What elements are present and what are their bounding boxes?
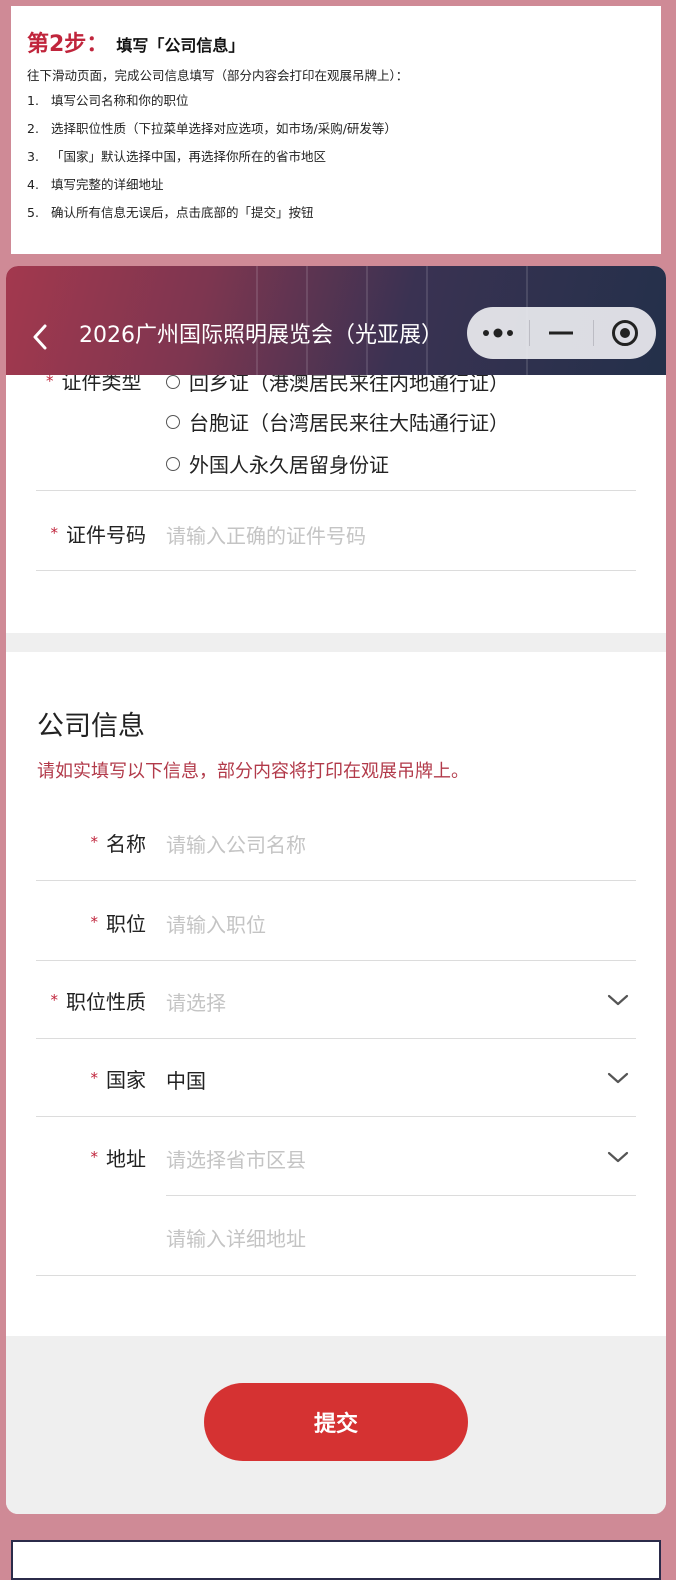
- step-list-item: 2. 选择职位性质（下拉菜单选择对应选项，如市场/采购/研发等）: [27, 121, 397, 136]
- company-name-label: * 名称: [90, 831, 147, 856]
- phone-screen: 2026广州国际照明展览会（光亚展） * 证件类型 回乡证（港澳居民来往内地通行…: [6, 266, 666, 1514]
- detail-address-input[interactable]: 请输入详细地址: [166, 1223, 306, 1252]
- step-list-item: 1. 填写公司名称和你的职位: [27, 93, 189, 108]
- step-number: 第2步：: [27, 32, 109, 57]
- step-list: 1. 填写公司名称和你的职位 2. 选择职位性质（下拉菜单选择对应选项，如市场/采购…: [27, 94, 645, 234]
- instruction-card: 第2步： 填写「公司信息」 往下滑动页面，完成公司信息填写（部分内容会打印在观展…: [11, 6, 661, 254]
- more-options-icon[interactable]: [467, 307, 529, 359]
- radio-icon: [166, 456, 180, 471]
- mini-program-nav-bar: 2026广州国际照明展览会（光亚展）: [6, 266, 666, 375]
- radio-icon: [166, 414, 180, 429]
- region-select[interactable]: 请选择省市区县: [166, 1144, 306, 1173]
- page-title: 2026广州国际照明展览会（光亚展）: [79, 323, 443, 348]
- section-note: 请如实填写以下信息，部分内容将打印在观展吊牌上。: [37, 761, 469, 782]
- step-intro: 往下滑动页面，完成公司信息填写（部分内容会打印在观展吊牌上）：: [27, 68, 409, 83]
- company-name-input[interactable]: 请输入公司名称: [166, 829, 306, 858]
- step-title: 填写「公司信息」: [116, 36, 245, 55]
- back-arrow-icon[interactable]: [28, 320, 52, 354]
- chevron-down-icon[interactable]: [606, 1066, 630, 1090]
- submit-button[interactable]: 提交: [204, 1383, 468, 1461]
- address-label: * 地址: [90, 1146, 147, 1171]
- position-label: * 职位: [90, 911, 147, 936]
- id-number-label: * 证件号码: [50, 522, 147, 547]
- country-label: * 国家: [90, 1067, 147, 1092]
- position-nature-select[interactable]: 请选择: [166, 987, 226, 1016]
- form-content: * 证件类型 回乡证（港澳居民来往内地通行证） 台胞证（台湾居民来往大陆通行证）…: [6, 266, 666, 1514]
- step-list-item: 3. 「国家」默认选择中国，再选择你所在的省市地区: [27, 149, 327, 164]
- close-mini-program-icon[interactable]: [594, 307, 656, 359]
- step-header: 第2步： 填写「公司信息」: [27, 26, 645, 60]
- id-number-input[interactable]: 请输入正确的证件号码: [166, 520, 366, 549]
- step-list-item: 4. 填写完整的详细地址: [27, 177, 164, 192]
- position-nature-label: * 职位性质: [50, 989, 147, 1014]
- minimize-icon[interactable]: [530, 307, 592, 359]
- chevron-down-icon[interactable]: [606, 988, 630, 1012]
- position-input[interactable]: 请输入职位: [166, 909, 266, 938]
- country-select[interactable]: 中国: [166, 1065, 206, 1094]
- next-instruction-card: [11, 1540, 661, 1580]
- chevron-down-icon[interactable]: [606, 1145, 630, 1169]
- radio-icon: [166, 374, 180, 389]
- section-title: 公司信息: [37, 711, 145, 742]
- mini-program-capsule: [467, 307, 656, 359]
- id-type-option-foreigner[interactable]: 外国人永久居留身份证: [166, 449, 389, 478]
- id-type-option-mtp[interactable]: 台胞证（台湾居民来往大陆通行证）: [166, 407, 509, 436]
- step-list-item: 5. 确认所有信息无误后，点击底部的「提交」按钮: [27, 205, 314, 220]
